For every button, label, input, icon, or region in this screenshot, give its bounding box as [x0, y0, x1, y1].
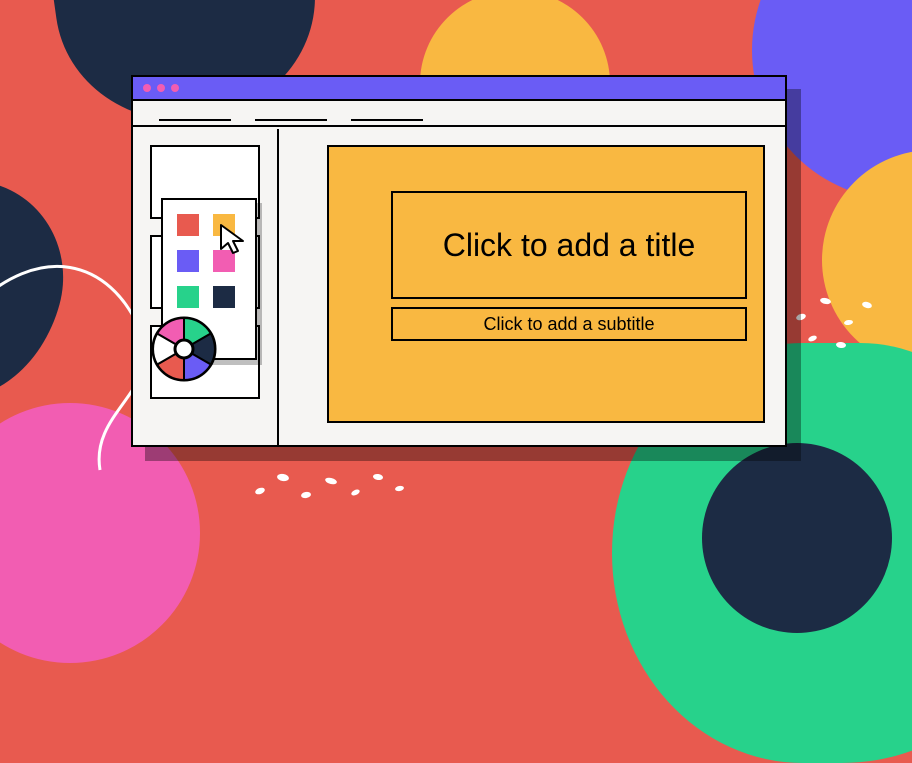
- color-swatch[interactable]: [177, 286, 199, 308]
- title-placeholder[interactable]: Click to add a title: [391, 191, 747, 299]
- traffic-light-dot[interactable]: [157, 84, 165, 92]
- traffic-light-dot[interactable]: [143, 84, 151, 92]
- bg-blob: [702, 443, 892, 633]
- color-swatch[interactable]: [177, 214, 199, 236]
- menu-item[interactable]: [159, 119, 231, 121]
- color-wheel-icon[interactable]: [151, 316, 217, 382]
- slide-canvas-area: Click to add a title Click to add a subt…: [279, 129, 785, 445]
- subtitle-placeholder[interactable]: Click to add a subtitle: [391, 307, 747, 341]
- color-picker-popup: [161, 198, 257, 360]
- traffic-light-dot[interactable]: [171, 84, 179, 92]
- color-swatch[interactable]: [213, 214, 235, 236]
- color-swatch[interactable]: [213, 250, 235, 272]
- color-swatch[interactable]: [213, 286, 235, 308]
- menu-item[interactable]: [351, 119, 423, 121]
- color-swatch[interactable]: [177, 250, 199, 272]
- bg-confetti: [790, 280, 910, 360]
- menu-item[interactable]: [255, 119, 327, 121]
- slide[interactable]: Click to add a title Click to add a subt…: [327, 145, 765, 423]
- menu-bar: [133, 101, 785, 127]
- bg-blob: [0, 159, 85, 421]
- bg-confetti: [255, 460, 415, 510]
- window-titlebar[interactable]: [133, 77, 785, 101]
